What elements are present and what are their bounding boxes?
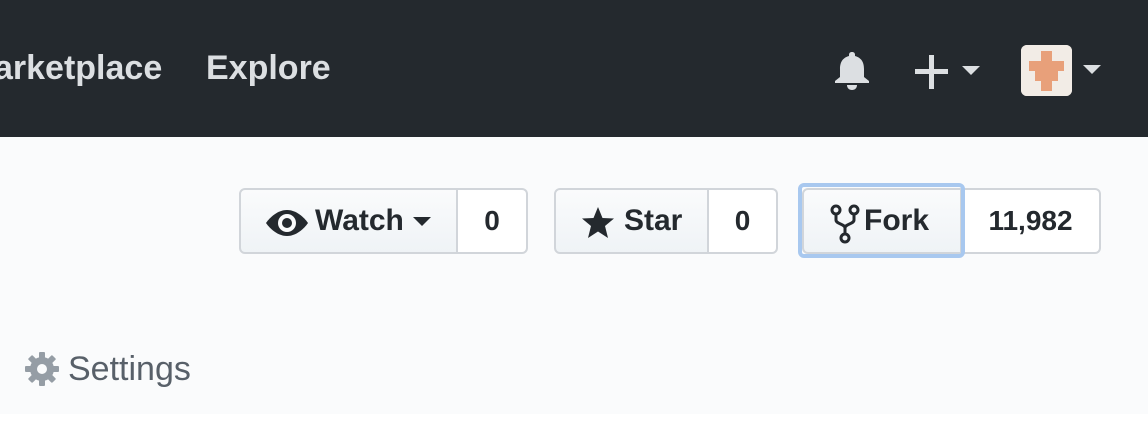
star-label: Star xyxy=(624,204,683,237)
nav-link-explore[interactable]: Explore xyxy=(206,46,331,90)
watch-label: Watch xyxy=(315,204,404,237)
chevron-down-icon xyxy=(962,66,980,75)
gear-icon xyxy=(25,352,59,386)
repo-page-header: Watch 0 Star 0 Fork 11,982 Settings xyxy=(0,137,1148,414)
fork-icon xyxy=(830,204,860,244)
plus-icon xyxy=(915,55,948,89)
user-menu-dropdown[interactable] xyxy=(1021,45,1107,97)
chevron-down-icon xyxy=(413,217,431,226)
tab-settings[interactable]: Settings xyxy=(24,345,191,393)
watch-count[interactable]: 0 xyxy=(458,188,528,254)
fork-button[interactable]: Fork xyxy=(802,188,962,254)
settings-label: Settings xyxy=(68,349,191,388)
star-count[interactable]: 0 xyxy=(709,188,778,254)
bell-icon[interactable] xyxy=(830,48,874,92)
chevron-down-icon xyxy=(1083,65,1101,74)
avatar xyxy=(1021,45,1072,96)
star-icon xyxy=(582,207,614,238)
create-new-dropdown[interactable] xyxy=(914,52,984,92)
eye-icon xyxy=(266,210,308,236)
fork-count[interactable]: 11,982 xyxy=(962,188,1101,254)
watch-button[interactable]: Watch xyxy=(239,188,458,254)
nav-link-marketplace[interactable]: arketplace xyxy=(0,46,162,90)
global-header: arketplace Explore xyxy=(0,0,1148,137)
star-button[interactable]: Star xyxy=(554,188,709,254)
fork-label: Fork xyxy=(864,204,930,237)
